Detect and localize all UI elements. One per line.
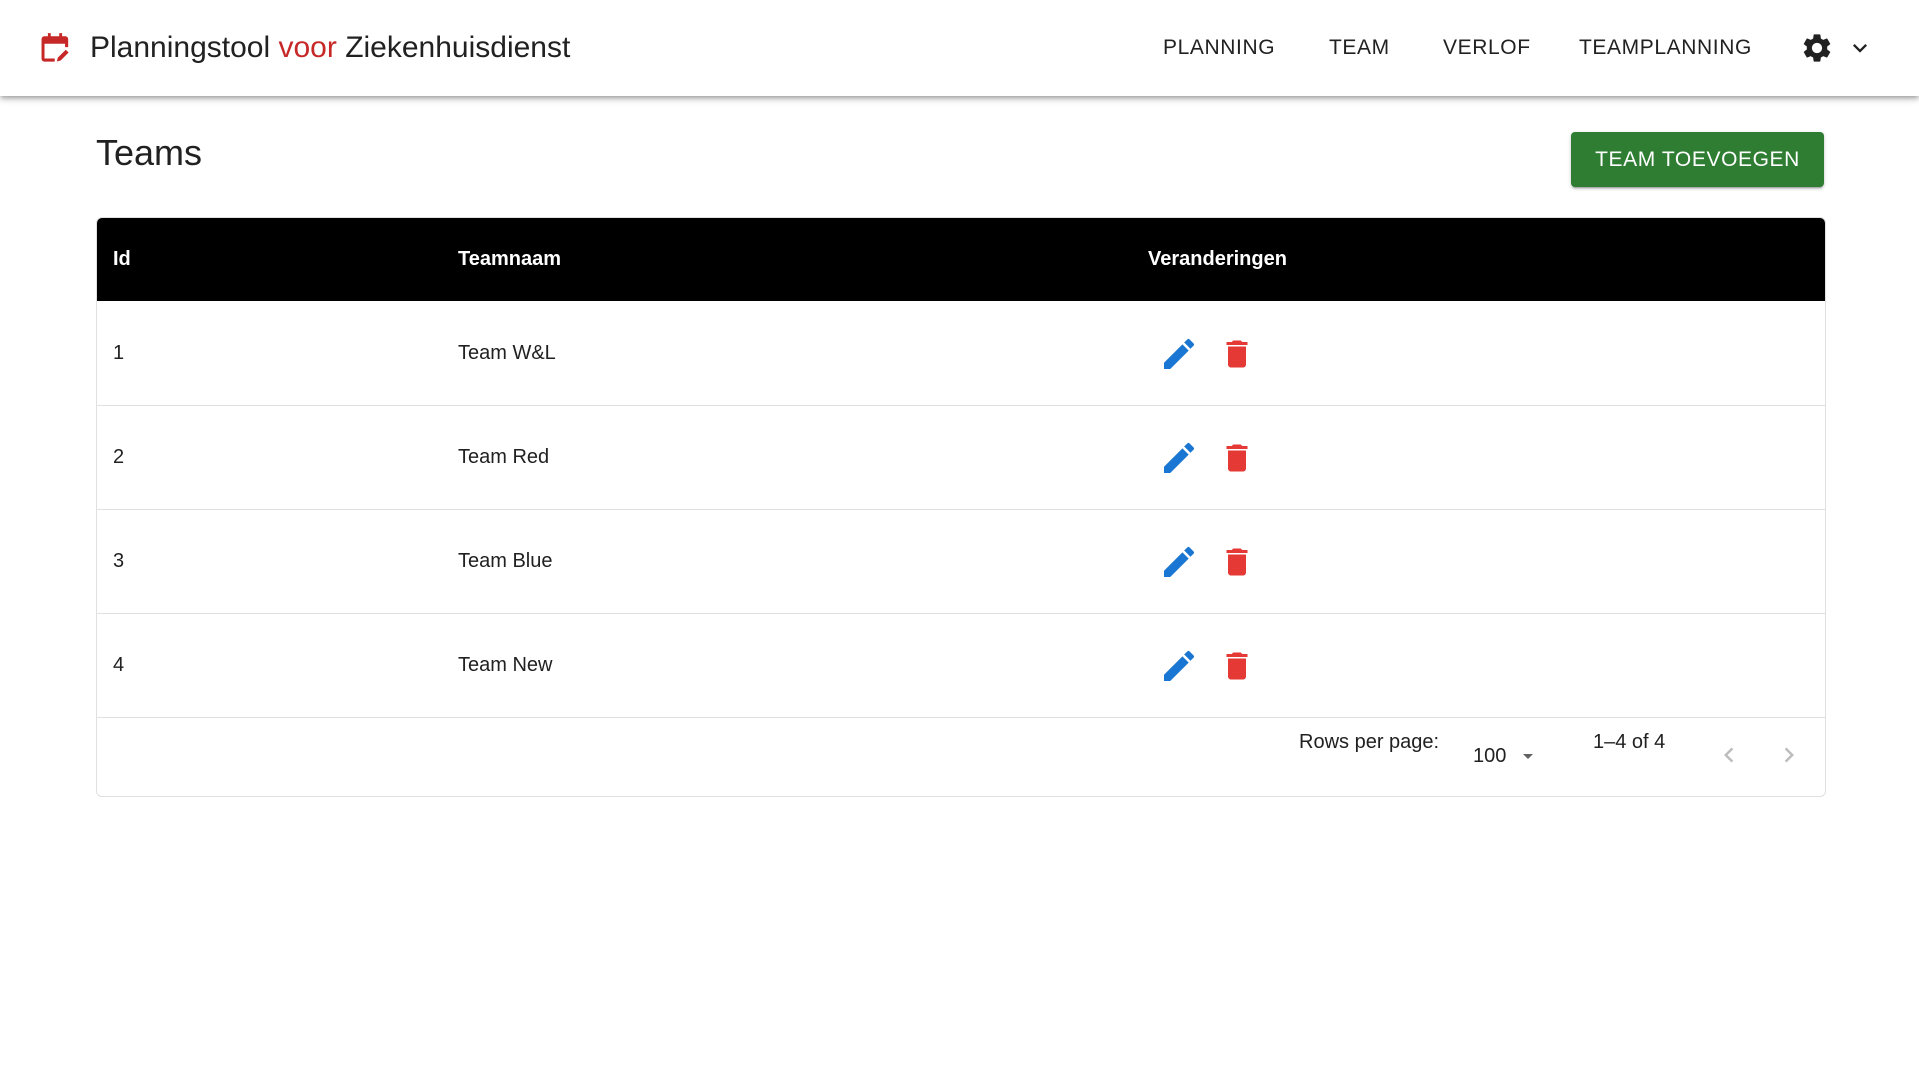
delete-team-button[interactable] xyxy=(1217,542,1257,582)
app-title-part2: voor xyxy=(278,31,337,64)
dropdown-arrow-icon xyxy=(1523,754,1534,759)
column-header-id[interactable]: Id xyxy=(113,218,131,301)
trash-icon xyxy=(1226,652,1248,680)
pencil-icon xyxy=(1164,650,1195,681)
column-header-teamnaam[interactable]: Teamnaam xyxy=(458,218,561,301)
cell-teamname: Team Red xyxy=(458,446,550,468)
delete-team-button[interactable] xyxy=(1217,438,1257,478)
delete-team-button[interactable] xyxy=(1217,646,1257,686)
table-row: 1 Team W&L xyxy=(97,302,1825,406)
edit-team-button[interactable] xyxy=(1159,438,1199,478)
rows-per-page-label: Rows per page: xyxy=(1299,731,1440,753)
app-title-part1: Planningstool xyxy=(90,31,271,64)
chevron-right-icon xyxy=(1784,747,1794,763)
nav-item-verlof[interactable]: VERLOF xyxy=(1443,28,1531,68)
cell-id: 4 xyxy=(113,654,125,676)
settings-menu-button[interactable] xyxy=(1800,28,1880,68)
previous-page-button[interactable] xyxy=(1709,735,1749,775)
calendar-edit-icon xyxy=(41,33,69,62)
cell-id: 2 xyxy=(113,446,125,468)
app-title: Planningstool voor Ziekenhuisdienst xyxy=(90,31,570,65)
next-page-button[interactable] xyxy=(1769,735,1809,775)
pencil-icon xyxy=(1164,338,1195,369)
pencil-icon xyxy=(1164,546,1195,577)
chevron-down-icon xyxy=(1853,44,1867,53)
cell-id: 1 xyxy=(113,342,125,364)
table-row: 2 Team Red xyxy=(97,406,1825,510)
row-actions xyxy=(1159,646,1257,686)
gear-icon xyxy=(1803,34,1831,62)
nav-item-teamplanning[interactable]: TEAMPLANNING xyxy=(1579,28,1752,68)
table-pagination: Rows per page: 100 1–4 of 4 xyxy=(97,715,1825,795)
edit-team-button[interactable] xyxy=(1159,646,1199,686)
pagination-range: 1–4 of 4 xyxy=(1593,731,1666,753)
trash-icon xyxy=(1226,340,1248,368)
trash-icon xyxy=(1226,548,1248,576)
brand[interactable]: Planningstool voor Ziekenhuisdienst xyxy=(38,26,570,70)
rows-per-page-value: 100 xyxy=(1473,744,1507,767)
cell-id: 3 xyxy=(113,550,125,572)
edit-team-button[interactable] xyxy=(1159,334,1199,374)
page-title: Teams xyxy=(96,132,203,173)
pencil-icon xyxy=(1164,442,1195,473)
add-team-button[interactable]: TEAM TOEVOEGEN xyxy=(1571,132,1824,187)
nav-item-team[interactable]: TEAM xyxy=(1329,28,1390,68)
edit-team-button[interactable] xyxy=(1159,542,1199,582)
row-actions xyxy=(1159,334,1257,374)
cell-teamname: Team Blue xyxy=(458,550,553,572)
trash-icon xyxy=(1226,444,1248,472)
nav-item-planning[interactable]: PLANNING xyxy=(1163,28,1275,68)
table-header: Id Teamnaam Veranderingen xyxy=(97,218,1825,301)
app-bar: Planningstool voor Ziekenhuisdienst PLAN… xyxy=(0,0,1919,96)
delete-team-button[interactable] xyxy=(1217,334,1257,374)
rows-per-page-select[interactable]: 100 xyxy=(1473,739,1540,773)
cell-teamname: Team New xyxy=(458,654,553,676)
row-actions xyxy=(1159,438,1257,478)
chevron-left-icon xyxy=(1724,747,1734,763)
table-row: 4 Team New xyxy=(97,614,1825,718)
app-title-part3: Ziekenhuisdienst xyxy=(345,31,571,64)
column-header-veranderingen[interactable]: Veranderingen xyxy=(1148,218,1287,301)
table-row: 3 Team Blue xyxy=(97,510,1825,614)
teams-table: Id Teamnaam Veranderingen 1 Team W&L 2 T… xyxy=(96,217,1826,797)
cell-teamname: Team W&L xyxy=(458,342,556,364)
row-actions xyxy=(1159,542,1257,582)
